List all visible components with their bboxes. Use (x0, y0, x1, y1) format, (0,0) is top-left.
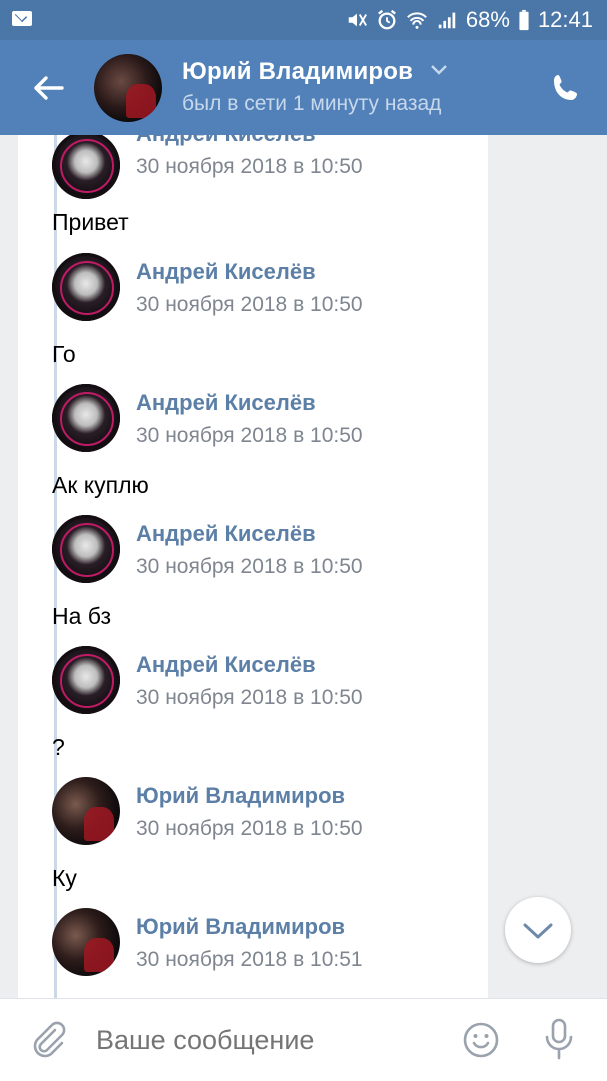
chevron-down-icon (523, 923, 553, 939)
message-time: 30 ноября 2018 в 10:50 (136, 817, 363, 840)
message-text: ? (52, 734, 65, 760)
sender-avatar[interactable] (52, 384, 120, 452)
sender-name[interactable]: Андрей Киселёв (136, 135, 316, 147)
sender-avatar[interactable] (52, 515, 120, 583)
status-bar-right: 68% 12:41 (346, 0, 593, 40)
paperclip-icon[interactable] (28, 1019, 68, 1059)
sender-avatar[interactable] (52, 908, 120, 976)
battery-icon (519, 9, 529, 31)
phone-icon[interactable] (550, 72, 582, 104)
sender-avatar[interactable] (52, 777, 120, 845)
sender-name[interactable]: Юрий Владимиров (136, 783, 345, 809)
back-arrow-icon[interactable] (30, 70, 66, 106)
message-list[interactable]: Андрей Киселёв 30 ноября 2018 в 10:50 Пр… (0, 135, 607, 998)
sender-name[interactable]: Андрей Киселёв (136, 652, 316, 678)
wifi-icon (407, 12, 427, 29)
message-time: 30 ноября 2018 в 10:50 (136, 155, 363, 178)
message-text: Го (52, 341, 76, 367)
message-text: Ку (52, 865, 77, 891)
scroll-down-button[interactable] (505, 897, 571, 963)
message-time: 30 ноября 2018 в 10:50 (136, 686, 363, 709)
message-composer (0, 998, 607, 1081)
chat-header: Юрий Владимиров был в сети 1 минуту наза… (0, 40, 607, 135)
clock: 12:41 (537, 7, 593, 32)
emoji-icon[interactable] (462, 1021, 500, 1059)
battery-percent: 68% (465, 7, 510, 32)
contact-name[interactable]: Юрий Владимиров (182, 58, 413, 86)
message-time: 30 ноября 2018 в 10:51 (136, 948, 363, 971)
message-text: Привет (52, 209, 129, 235)
microphone-icon[interactable] (542, 1017, 576, 1061)
message-time: 30 ноября 2018 в 10:50 (136, 424, 363, 447)
sender-name[interactable]: Юрий Владимиров (136, 914, 345, 940)
message-text: На бз (52, 603, 112, 629)
sender-name[interactable]: Андрей Киселёв (136, 521, 316, 547)
status-bar: 68% 12:41 (0, 0, 607, 40)
mail-notification-icon (12, 11, 32, 26)
message-text: Ак куплю (52, 472, 149, 498)
message-input[interactable] (96, 1025, 436, 1056)
sender-avatar[interactable] (52, 646, 120, 714)
contact-avatar[interactable] (94, 54, 162, 122)
contact-status: был в сети 1 минуту назад (182, 92, 442, 115)
sender-name[interactable]: Андрей Киселёв (136, 259, 316, 285)
signal-icon (438, 12, 456, 29)
message-time: 30 ноября 2018 в 10:50 (136, 555, 363, 578)
message-time: 30 ноября 2018 в 10:50 (136, 293, 363, 316)
sender-avatar[interactable] (52, 253, 120, 321)
sender-name[interactable]: Андрей Киселёв (136, 390, 316, 416)
mute-icon (348, 13, 367, 27)
alarm-icon (377, 9, 396, 30)
chevron-down-icon[interactable] (430, 64, 448, 76)
